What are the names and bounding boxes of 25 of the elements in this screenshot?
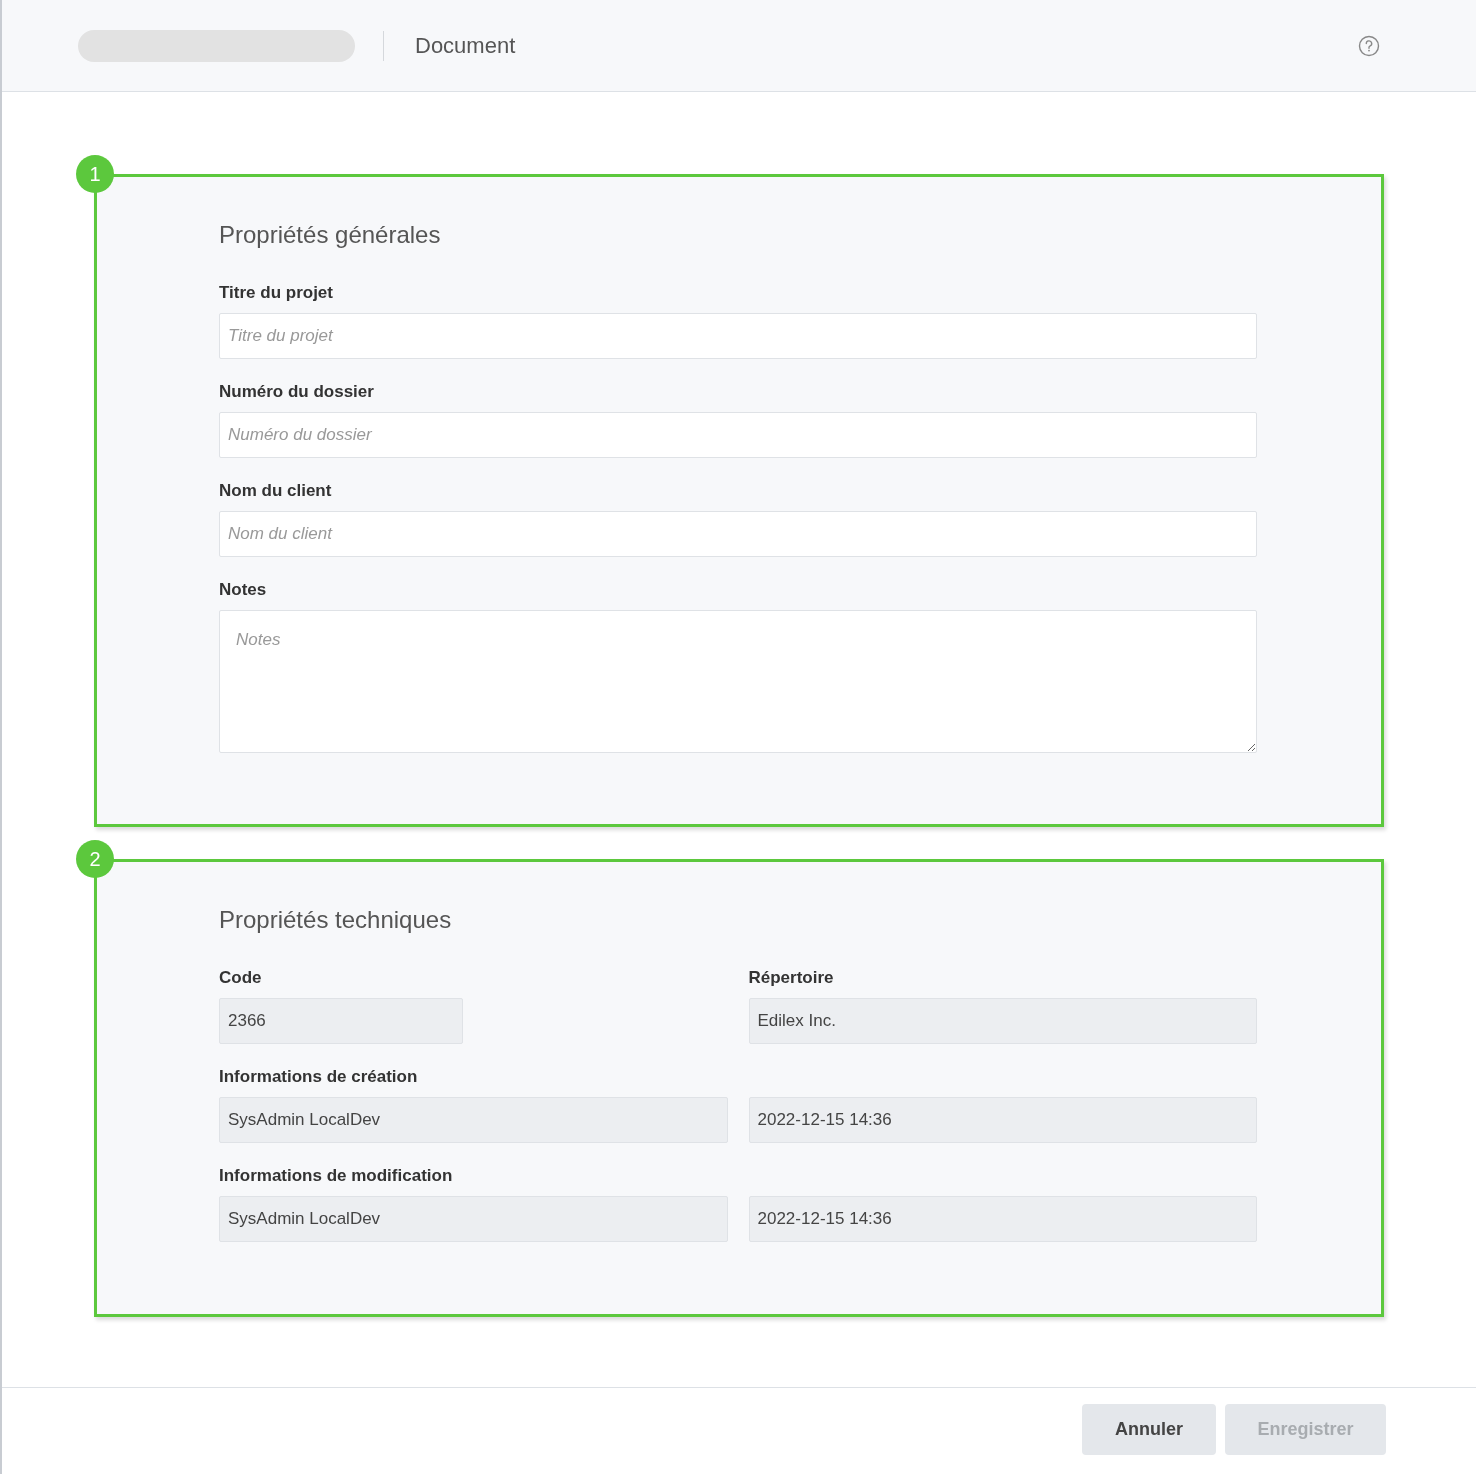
- text-input-field[interactable]: Numéro du dossier: [219, 412, 1257, 458]
- section-title: Propriétés techniques: [219, 905, 453, 935]
- field-label: Numéro du dossier: [219, 382, 375, 402]
- text-input-field[interactable]: Nom du client: [219, 511, 1257, 557]
- field-label: Informations de modification: [219, 1166, 453, 1186]
- help-icon[interactable]: [1358, 34, 1380, 57]
- readonly-field: SysAdmin LocalDev: [219, 1097, 728, 1143]
- readonly-field: 2022-12-15 14:36: [748, 1097, 1257, 1143]
- notes-textarea[interactable]: Notes: [219, 610, 1257, 753]
- number-badge: 1: [76, 155, 114, 193]
- number-badge: 2: [76, 840, 114, 878]
- page-title: Document: [415, 32, 516, 60]
- field-label: Nom du client: [219, 481, 333, 501]
- readonly-field: SysAdmin LocalDev: [219, 1196, 728, 1242]
- text-input-field[interactable]: Titre du projet: [219, 313, 1257, 359]
- readonly-field: 2366: [219, 998, 463, 1044]
- field-label: Notes: [219, 580, 268, 600]
- field-label: Informations de création: [219, 1067, 418, 1087]
- readonly-field: 2022-12-15 14:36: [748, 1196, 1257, 1242]
- field-label: Code: [219, 968, 263, 988]
- readonly-field: Edilex Inc.: [748, 998, 1257, 1044]
- cancel-button[interactable]: Annuler: [1082, 1403, 1216, 1455]
- section-title: Propriétés générales: [219, 220, 442, 250]
- field-label: Répertoire: [748, 968, 835, 988]
- field-label: Titre du projet: [219, 283, 334, 303]
